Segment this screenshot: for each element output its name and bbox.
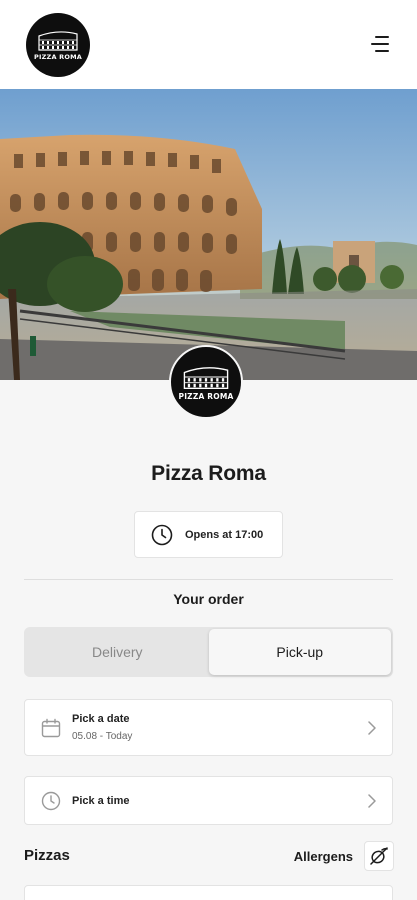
- allergens-label[interactable]: Allergens: [294, 849, 353, 864]
- tab-pickup[interactable]: Pick-up: [208, 629, 391, 675]
- pick-date-button[interactable]: Pick a date 05.08 - Today: [24, 699, 393, 756]
- clock-icon: [41, 791, 61, 810]
- tab-delivery[interactable]: Delivery: [26, 629, 209, 675]
- menu-section-title: Pizzas: [24, 847, 70, 864]
- logo-label: PIZZA ROMA: [34, 53, 82, 61]
- header-logo[interactable]: PIZZA ROMA: [26, 13, 90, 77]
- allergens-filter-icon: [370, 847, 388, 865]
- pick-time-button[interactable]: Pick a time: [24, 776, 393, 825]
- logo-label: PIZZA ROMA: [178, 391, 234, 401]
- allergens-filter-button[interactable]: [364, 841, 394, 871]
- opening-hours-badge: Opens at 17:00: [134, 511, 283, 558]
- restaurant-logo: PIZZA ROMA: [169, 345, 243, 419]
- chevron-right-icon: [368, 793, 376, 808]
- hero-image: [0, 89, 417, 380]
- order-section-title: Your order: [173, 591, 244, 607]
- selected-date-value: 05.08 - Today: [72, 731, 133, 742]
- clock-icon: [151, 524, 173, 545]
- order-type-toggle: Delivery Pick-up: [24, 627, 393, 677]
- colosseum-logo-icon: [38, 31, 78, 51]
- app-header: PIZZA ROMA: [0, 0, 417, 89]
- restaurant-name: Pizza Roma: [151, 462, 266, 485]
- chevron-right-icon: [368, 720, 376, 735]
- section-divider: [24, 579, 393, 580]
- colosseum-logo-icon: [183, 366, 229, 389]
- pick-date-label: Pick a date: [72, 713, 130, 725]
- calendar-icon: [41, 718, 61, 737]
- menu-item-card[interactable]: [24, 885, 393, 900]
- pick-time-label: Pick a time: [72, 794, 130, 807]
- colosseum-photo-icon: [0, 89, 417, 380]
- opening-hours-text: Opens at 17:00: [185, 528, 264, 541]
- hamburger-menu-icon[interactable]: [369, 36, 389, 52]
